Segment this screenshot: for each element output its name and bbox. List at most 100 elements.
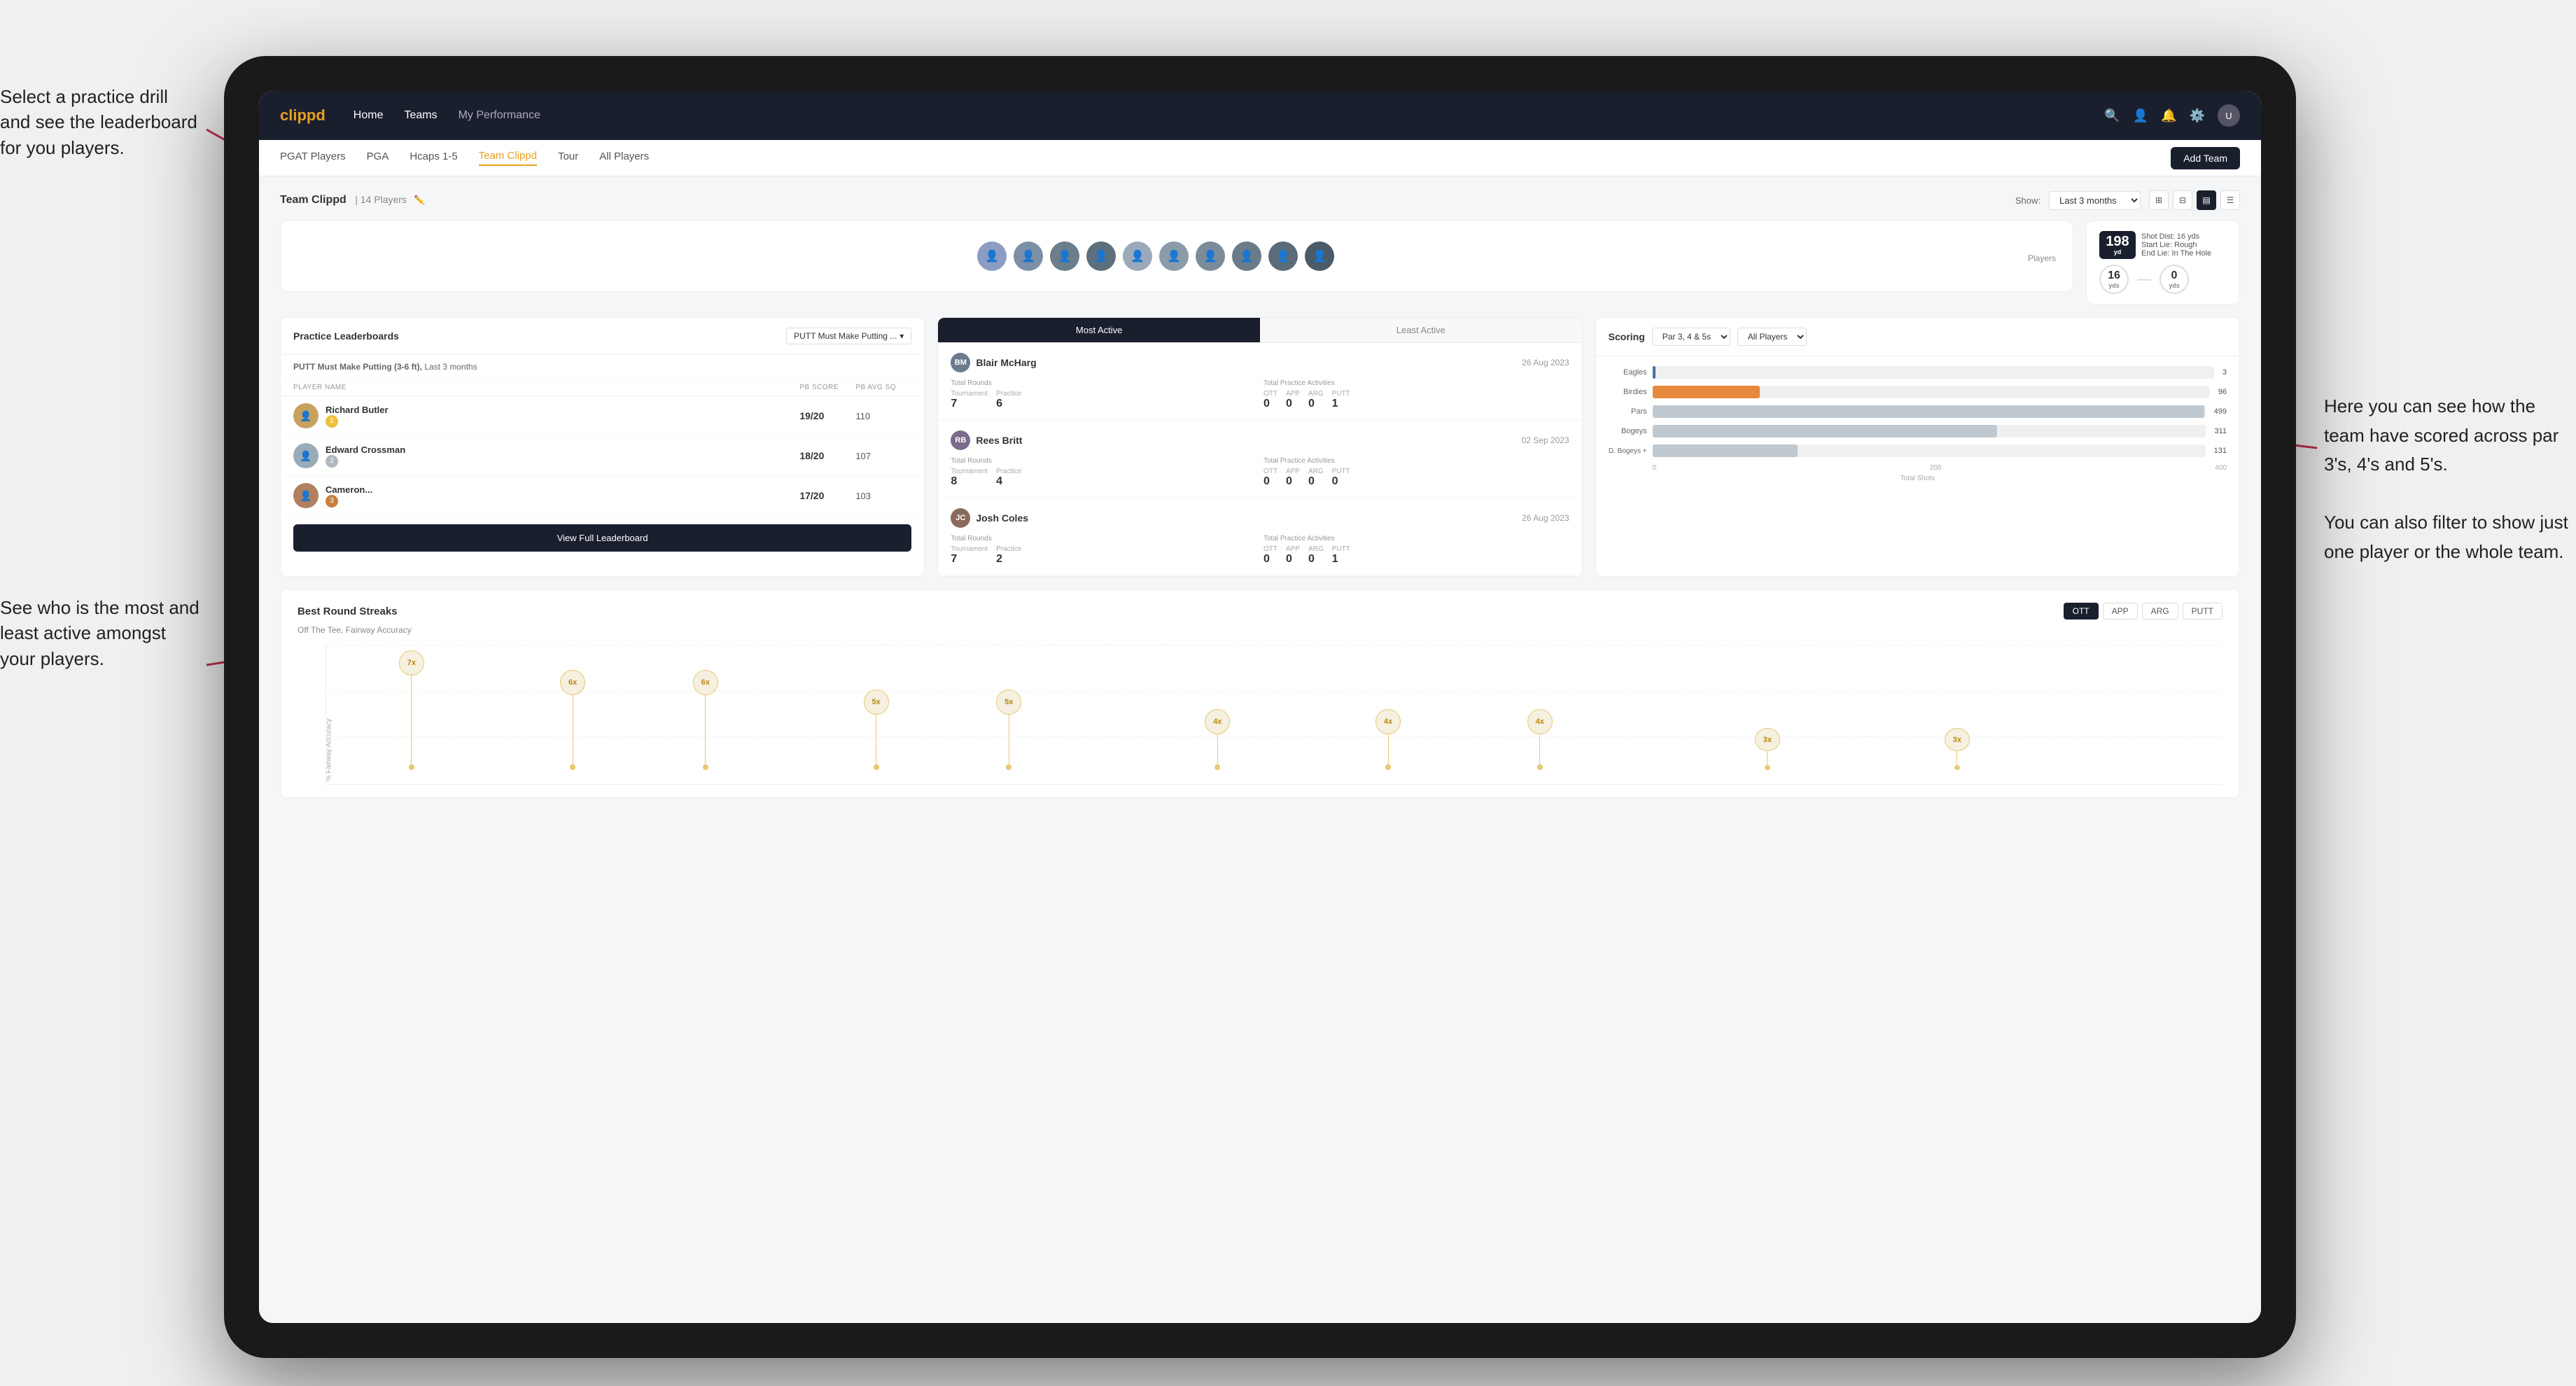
user-avatar[interactable]: U: [2218, 104, 2240, 127]
nav-logo: clippd: [280, 106, 326, 125]
bar-track-birdies: [1653, 386, 2210, 398]
bar-chart: Eagles 3 Birdies 96: [1596, 356, 2239, 498]
view-grid-icon[interactable]: ⊞: [2149, 190, 2169, 210]
players-card: 👤 👤 👤 👤 👤 👤 👤 👤 👤 👤 Players: [280, 220, 2073, 292]
par-filter[interactable]: Par 3, 4 & 5s Par 3s Par 4s Par 5s: [1652, 328, 1730, 346]
activity-stats-2: Total Rounds Tournament 8 Practice 4: [951, 457, 1569, 488]
nav-link-myperformance[interactable]: My Performance: [458, 109, 540, 122]
putt-stat-3: PUTT 1: [1332, 545, 1350, 566]
show-select[interactable]: Last 3 months Last 6 months Last 12 mont…: [2049, 191, 2141, 210]
subnav-tour[interactable]: Tour: [558, 150, 578, 165]
streaks-btn-arg[interactable]: ARG: [2142, 603, 2178, 620]
bell-icon[interactable]: 🔔: [2161, 108, 2176, 123]
main-content: Team Clippd | 14 Players ✏️ Show: Last 3…: [259, 176, 2261, 1323]
subnav-hcaps[interactable]: Hcaps 1-5: [410, 150, 457, 165]
streak-bubble-8: 4x: [1527, 709, 1553, 734]
nav-link-home[interactable]: Home: [354, 109, 384, 122]
shot-dist-label: Shot Dist: 16 yds: [2141, 232, 2211, 241]
tab-most-active[interactable]: Most Active: [938, 318, 1260, 342]
drill-selector[interactable]: PUTT Must Make Putting ... ▾: [786, 328, 911, 344]
arg-stat-1: ARG 0: [1308, 390, 1324, 410]
player-avatar-3[interactable]: 👤: [1050, 241, 1079, 271]
bar-row-pars: Pars 499: [1609, 405, 2227, 418]
streak-bubble-2: 6x: [560, 670, 585, 695]
person-icon[interactable]: 👤: [2133, 108, 2148, 123]
shot-end: End Lie: In The Hole: [2141, 249, 2211, 258]
player-info-1: 👤 Richard Butler 1: [293, 403, 799, 428]
view-card-icon[interactable]: ▤: [2197, 190, 2216, 210]
player-avatar-4[interactable]: 👤: [1086, 241, 1116, 271]
player-info-3: 👤 Cameron... 3: [293, 483, 799, 508]
streak-bubble-10: 3x: [1945, 728, 1970, 751]
player-avatar-5[interactable]: 👤: [1123, 241, 1152, 271]
player-avatar-9[interactable]: 👤: [1268, 241, 1298, 271]
toggle-tabs: Most Active Least Active: [938, 318, 1581, 343]
bar-track-eagles: [1653, 366, 2214, 379]
practice-stat-1: Practice 6: [996, 390, 1021, 410]
edit-icon[interactable]: ✏️: [414, 195, 425, 205]
streaks-title: Best Round Streaks: [298, 606, 398, 617]
view-leaderboard-button[interactable]: View Full Leaderboard: [293, 524, 911, 552]
nav-link-teams[interactable]: Teams: [404, 109, 437, 122]
leaderboard-col-headers: PLAYER NAME PB SCORE PB AVG SQ: [281, 379, 924, 396]
shot-separator: —: [2137, 272, 2151, 288]
subnav-allplayers[interactable]: All Players: [599, 150, 649, 165]
view-grid2-icon[interactable]: ⊟: [2173, 190, 2192, 210]
player-avatar-7[interactable]: 👤: [1196, 241, 1225, 271]
activity-date-2: 02 Sep 2023: [1522, 435, 1569, 445]
activity-card: Most Active Least Active BM Blair McHarg…: [937, 317, 1582, 577]
add-team-button[interactable]: Add Team: [2171, 147, 2240, 169]
player-name-rank-1: Richard Butler 1: [326, 405, 388, 428]
nav-links: Home Teams My Performance: [354, 109, 2105, 122]
player-avatar-2[interactable]: 👤: [1014, 241, 1043, 271]
bar-fill-birdies: [1653, 386, 1760, 398]
practice-activities-group-3: Total Practice Activities OTT 0 APP 0: [1264, 535, 1569, 566]
activity-player-header-1: BM Blair McHarg 26 Aug 2023: [951, 353, 1569, 372]
app-stat-3: APP 0: [1286, 545, 1300, 566]
arg-stat-2: ARG 0: [1308, 468, 1324, 488]
player-rank-3: 3: [326, 495, 338, 507]
tab-least-active[interactable]: Least Active: [1260, 318, 1582, 342]
shot-distance-num: 198: [2106, 234, 2129, 248]
player-rank-2: 2: [326, 455, 338, 468]
streaks-btn-app[interactable]: APP: [2103, 603, 2138, 620]
leaderboard-row-2: 👤 Edward Crossman 2 18/20 107: [281, 436, 924, 476]
three-col: Practice Leaderboards PUTT Must Make Put…: [280, 317, 2240, 577]
tournament-stat-2: Tournament 8: [951, 468, 988, 488]
ott-stat-3: OTT 0: [1264, 545, 1278, 566]
streak-bubble-5: 5x: [996, 690, 1021, 715]
subnav-pga[interactable]: PGA: [367, 150, 389, 165]
bar-value-eagles: 3: [2222, 368, 2227, 377]
top-nav: clippd Home Teams My Performance 🔍 👤 🔔 ⚙…: [259, 91, 2261, 140]
practice-activities-label-3: Total Practice Activities: [1264, 535, 1569, 542]
subnav-pgat[interactable]: PGAT Players: [280, 150, 346, 165]
bar-label-birdies: Birdies: [1609, 388, 1647, 396]
player-avatar-1[interactable]: 👤: [977, 241, 1007, 271]
streak-dot-2: [570, 764, 575, 770]
search-icon[interactable]: 🔍: [2104, 108, 2120, 123]
player-name-1: Richard Butler: [326, 405, 388, 415]
subnav-teamclippd[interactable]: Team Clippd: [479, 150, 537, 166]
ott-stat-2: OTT 0: [1264, 468, 1278, 488]
streak-pin-6: 4x: [1205, 709, 1230, 771]
streaks-btn-putt[interactable]: PUTT: [2183, 603, 2222, 620]
streak-dot-6: [1214, 764, 1220, 770]
shot-card: 198 yd Shot Dist: 16 yds Start Lie: Roug…: [2086, 220, 2240, 304]
player-avatar-10[interactable]: 👤: [1305, 241, 1334, 271]
player-avatar-6[interactable]: 👤: [1159, 241, 1189, 271]
tournament-stat-1: Tournament 7: [951, 390, 988, 410]
player-filter[interactable]: All Players: [1737, 328, 1807, 346]
streaks-btn-ott[interactable]: OTT: [2064, 603, 2099, 620]
player-name-rank-2: Edward Crossman 2: [326, 444, 405, 468]
streak-pin-10: 3x: [1945, 728, 1970, 770]
streak-dot-1: [409, 764, 414, 770]
rounds-cols-3: Tournament 7 Practice 2: [951, 545, 1256, 566]
activity-date-3: 26 Aug 2023: [1522, 513, 1569, 523]
streak-pin-5: 5x: [996, 690, 1021, 770]
player-name-2: Edward Crossman: [326, 444, 405, 455]
settings-icon[interactable]: ⚙️: [2190, 108, 2205, 123]
leaderboard-header-row: Practice Leaderboards PUTT Must Make Put…: [281, 318, 924, 355]
view-list-icon[interactable]: ☰: [2220, 190, 2240, 210]
view-icons: ⊞ ⊟ ▤ ☰: [2149, 190, 2240, 210]
player-avatar-8[interactable]: 👤: [1232, 241, 1261, 271]
